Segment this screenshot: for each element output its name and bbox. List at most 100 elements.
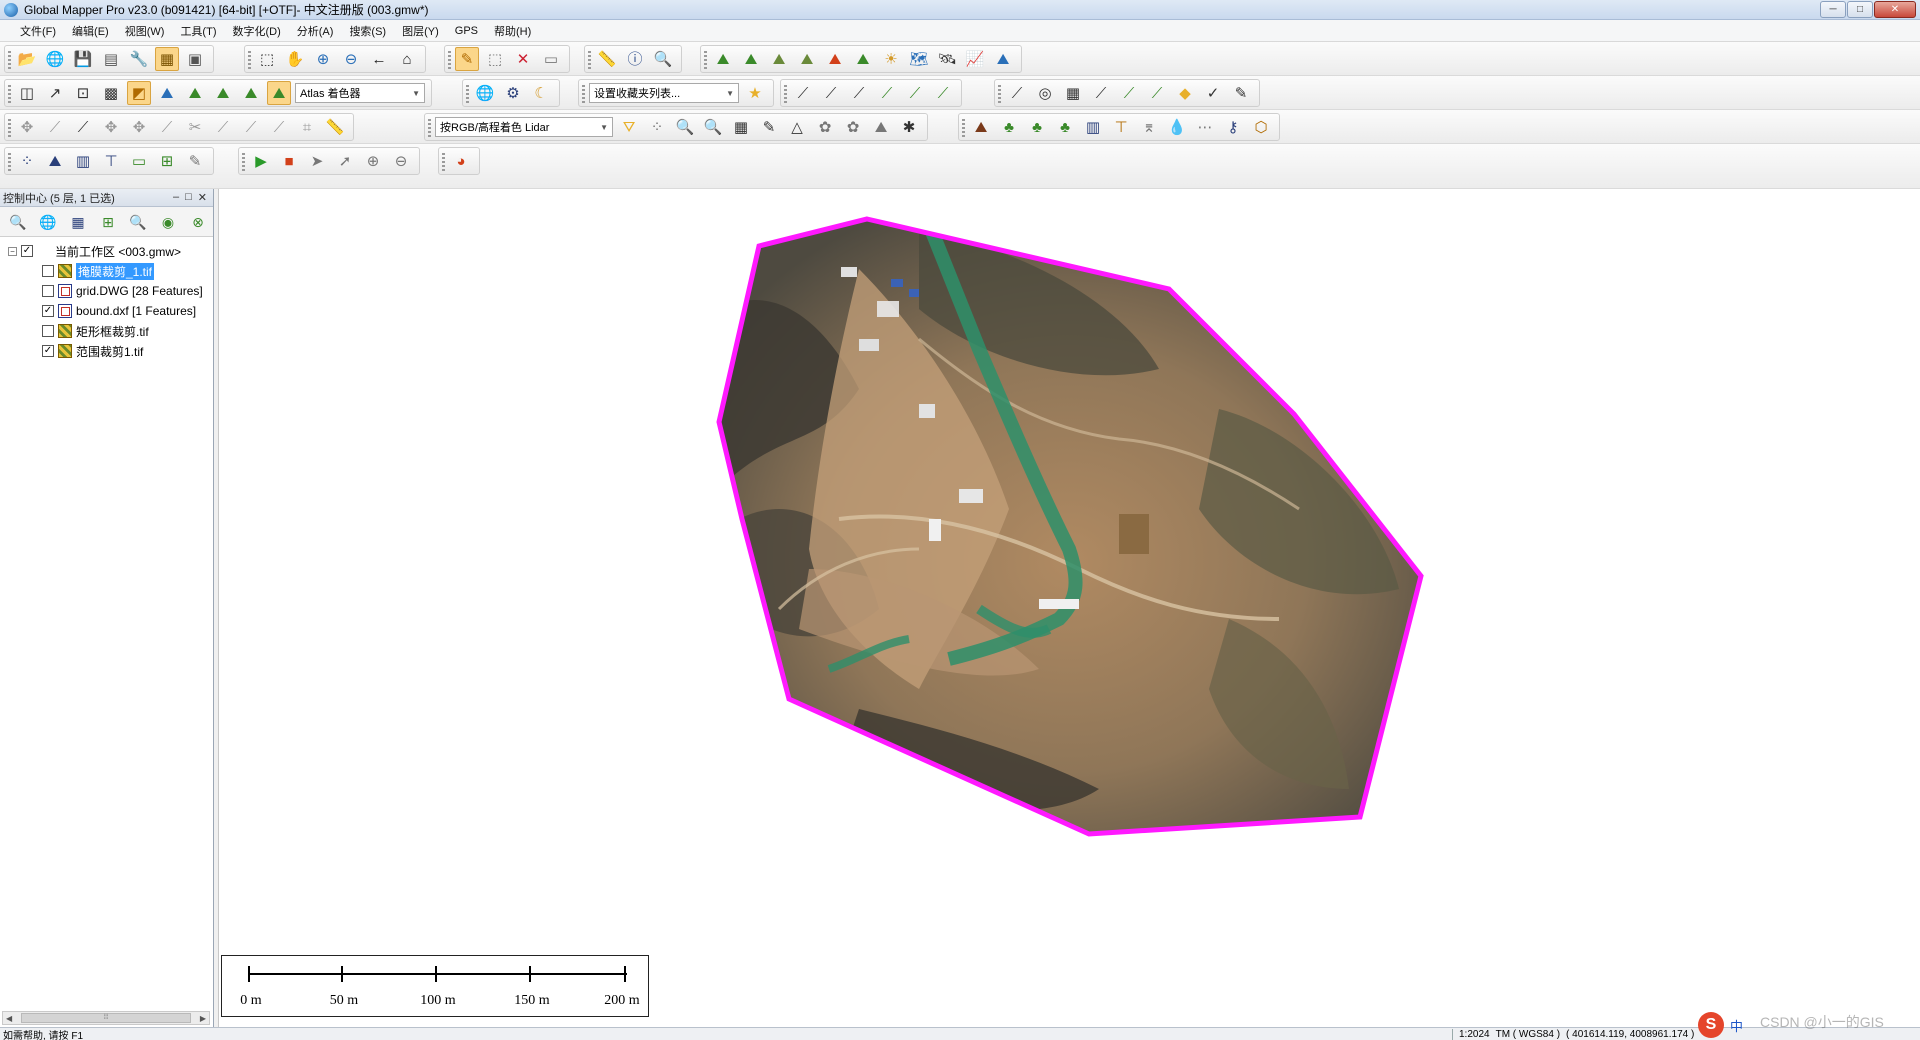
line-split-icon[interactable]: ⟋ [847, 81, 871, 105]
elevation-icon[interactable]: ⛰ [183, 81, 207, 105]
extract-icon[interactable]: ⊞ [155, 149, 179, 173]
info-icon[interactable]: ⓘ [623, 47, 647, 71]
attribute-table-icon[interactable]: ▦ [66, 210, 90, 234]
sun-icon[interactable]: ☀ [879, 47, 903, 71]
world-icon[interactable]: 🌐 [473, 81, 497, 105]
menu-edit[interactable]: 编辑(E) [66, 21, 115, 41]
add-waypoint-icon[interactable]: ⊕ [361, 149, 385, 173]
workspace-checkbox[interactable]: ✓ [21, 245, 33, 257]
back-arrow-icon[interactable]: ← [367, 47, 391, 71]
contour-icon[interactable]: ⛰ [851, 47, 875, 71]
mountain-dark-icon[interactable]: ⛰ [43, 149, 67, 173]
move-vertex-icon[interactable]: ✥ [15, 115, 39, 139]
powerline-icon[interactable]: ⌆ [1137, 115, 1161, 139]
lidar-color-select[interactable]: 按RGB/高程着色 Lidar ▼ [435, 117, 613, 137]
road-icon[interactable]: ⋯ [1193, 115, 1217, 139]
volume-icon[interactable]: ⛰ [795, 47, 819, 71]
rotate-icon[interactable]: ✥ [127, 115, 151, 139]
wrench-icon[interactable]: 🔧 [127, 47, 151, 71]
save-icon[interactable]: 💾 [71, 47, 95, 71]
target-icon[interactable]: ◎ [1033, 81, 1057, 105]
open-folder-icon[interactable]: 📂 [15, 47, 39, 71]
ground-icon[interactable]: ⛰ [869, 115, 893, 139]
menu-search[interactable]: 搜索(S) [343, 21, 392, 41]
bug-icon[interactable]: ✱ [897, 115, 921, 139]
vegetation-icon[interactable]: ⛰ [211, 81, 235, 105]
pole-icon[interactable]: ⊤ [1109, 115, 1133, 139]
simplify-icon[interactable]: ⟋ [267, 115, 291, 139]
city-icon[interactable]: ▥ [71, 149, 95, 173]
scroll-right-icon[interactable]: ▶ [200, 1014, 206, 1023]
find-icon[interactable]: 🔍 [651, 47, 675, 71]
maximize-button[interactable]: □ [1847, 1, 1873, 18]
menu-digitize[interactable]: 数字化(D) [226, 21, 286, 41]
menu-gps[interactable]: GPS [449, 23, 484, 39]
fly-icon[interactable]: ➤ [305, 149, 329, 173]
shader-icon[interactable]: ⛰ [267, 81, 291, 105]
line-join-icon[interactable]: ⟋ [875, 81, 899, 105]
close-button[interactable]: ✕ [1874, 1, 1916, 18]
lidar-query-icon[interactable]: 🔍 [701, 115, 725, 139]
menu-view[interactable]: 视图(W) [119, 21, 171, 41]
sign-icon[interactable]: ▭ [127, 149, 151, 173]
control-center-icon[interactable]: ▦ [155, 47, 179, 71]
water-icon[interactable]: 💧 [1165, 115, 1189, 139]
layer-checkbox[interactable]: ✓ [42, 305, 54, 317]
shrub-icon[interactable]: ♣ [1025, 115, 1049, 139]
horizontal-scrollbar[interactable]: ◀ ⦙⦙⦙ ▶ [2, 1011, 210, 1025]
tree-icon[interactable]: ♣ [1053, 115, 1077, 139]
edit-class-icon[interactable]: ✎ [757, 115, 781, 139]
scrollbar-thumb[interactable]: ⦙⦙⦙ [21, 1013, 191, 1023]
layer-search-icon[interactable]: 🔍 [126, 210, 150, 234]
terrain-profile-icon[interactable]: ⛰ [739, 47, 763, 71]
combine-icon[interactable]: ⟋ [211, 115, 235, 139]
check-icon[interactable]: ✓ [1201, 81, 1225, 105]
feature-edit-icon[interactable]: ⟋ [1005, 81, 1029, 105]
tag-icon[interactable]: ◆ [1173, 81, 1197, 105]
chart-icon[interactable]: 📈 [963, 47, 987, 71]
add-vertex-icon[interactable]: ⟋ [43, 115, 67, 139]
ruler-small-icon[interactable]: 📏 [323, 115, 347, 139]
map-canvas[interactable] [218, 189, 1920, 1027]
moon-icon[interactable]: ☾ [529, 81, 553, 105]
layer-item[interactable]: ✓ 范围裁剪1.tif [2, 341, 211, 361]
line-tool-icon[interactable]: ⟋ [791, 81, 815, 105]
layer-add-icon[interactable]: ⊞ [96, 210, 120, 234]
overview-icon[interactable]: ▣ [183, 47, 207, 71]
snap-line-icon[interactable]: ⟋ [155, 115, 179, 139]
layout-icon[interactable]: ▭ [539, 47, 563, 71]
layer-checkbox[interactable]: ✓ [42, 345, 54, 357]
triangle-icon[interactable]: △ [785, 115, 809, 139]
line-edit-icon[interactable]: ⟋ [819, 81, 843, 105]
water-level-icon[interactable]: ⛰ [155, 81, 179, 105]
menu-analysis[interactable]: 分析(A) [291, 21, 340, 41]
eraser-icon[interactable]: ⟋ [1145, 81, 1169, 105]
point-cloud-icon[interactable]: ⁘ [645, 115, 669, 139]
slope-icon[interactable]: ◩ [127, 81, 151, 105]
print-icon[interactable]: ▤ [99, 47, 123, 71]
layer-item[interactable]: ✓ bound.dxf [1 Features] [2, 301, 211, 321]
pan-hand-icon[interactable]: ✋ [283, 47, 307, 71]
workspace-node[interactable]: − ✓ 当前工作区 <003.gmw> [2, 241, 211, 261]
filter-icon[interactable]: ⛛ [617, 115, 641, 139]
viewshed-icon[interactable]: ⛰ [767, 47, 791, 71]
digitizer-pencil-icon[interactable]: ✎ [455, 47, 479, 71]
line-smooth-icon[interactable]: ⟋ [903, 81, 927, 105]
play-icon[interactable]: ▶ [249, 149, 273, 173]
classify-icon[interactable]: ▦ [729, 115, 753, 139]
zoom-to-layer-icon[interactable]: 🔍 [6, 210, 30, 234]
ime-logo-icon[interactable]: S [1698, 1012, 1724, 1038]
path-icon[interactable]: ↗ [43, 81, 67, 105]
crop-icon[interactable]: ⌗ [295, 115, 319, 139]
split-view-icon[interactable]: ◫ [15, 81, 39, 105]
watershed-icon[interactable]: ⛰ [823, 47, 847, 71]
panel-float-button[interactable]: □ [185, 191, 192, 204]
cut-icon[interactable]: ✂ [183, 115, 207, 139]
buffer-icon[interactable]: ⟋ [239, 115, 263, 139]
menu-file[interactable]: 文件(F) [14, 21, 62, 41]
pie-chart-icon[interactable]: ◕ [449, 149, 473, 173]
terrain-icon[interactable]: ⛰ [711, 47, 735, 71]
hillshade-icon[interactable]: ⛰ [239, 81, 263, 105]
panel-minimize-button[interactable]: ‒ [173, 191, 179, 204]
map-icon[interactable]: 🗺 [907, 47, 931, 71]
